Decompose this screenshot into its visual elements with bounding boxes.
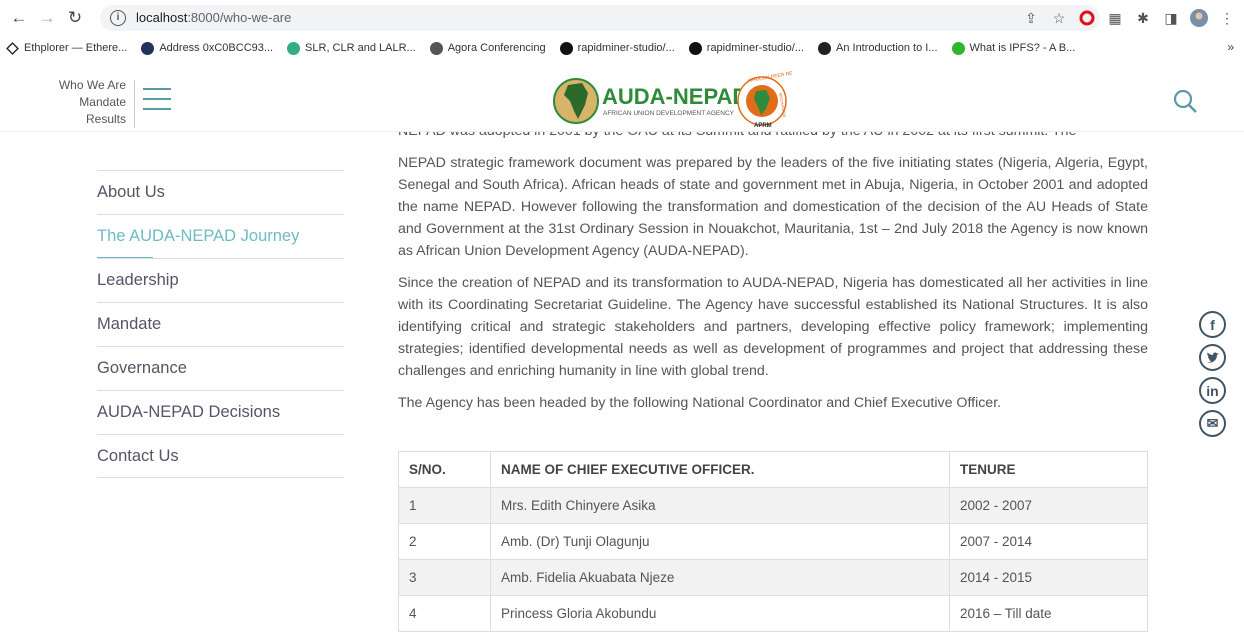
cell-ceo-name: Mrs. Edith Chinyere Asika [490,487,950,524]
extension-icons: ⇪ ☆ ▦ ✱ ◨ ⋮ [1022,5,1236,31]
bookmark-label: SLR, CLR and LALR... [305,42,416,54]
bookmark-star-icon[interactable]: ☆ [1050,9,1068,27]
table-row: 1 Mrs. Edith Chinyere Asika 2002 - 2007 [398,487,1148,524]
col-header-tenure: TENURE [949,451,1148,488]
auda-nepad-logo[interactable]: AUDA-NEPAD AFRICAN UNION DEVELOPMENT AGE… [552,71,792,131]
cell-sno: 1 [398,487,491,524]
share-icon[interactable]: ⇪ [1022,9,1040,27]
paragraph-nepad-history: NEPAD strategic framework document was p… [398,155,1148,259]
bookmark-label: rapidminer-studio/... [706,42,804,54]
cell-sno: 2 [398,523,491,560]
clipped-line-text: NEPAD was adopted in 2001 by the OAU at … [398,132,1076,142]
bookmark-label: Ethplorer — Ethere... [24,42,128,54]
table-header-row: S/NO. NAME OF CHIEF EXECUTIVE OFFICER. T… [398,451,1148,488]
social-share-bar: f in ✉ [1199,311,1229,443]
back-icon[interactable]: ← [8,7,30,29]
email-icon[interactable]: ✉ [1199,410,1226,437]
bookmark-item[interactable]: An Introduction to I... [818,41,938,55]
side-menu-item[interactable]: Contact Us [97,434,344,478]
header-link-results[interactable]: Results [20,111,126,128]
extensions-icon[interactable]: ✱ [1134,9,1152,27]
header-divider [134,80,135,128]
bookmark-item[interactable]: Address 0xC0BCC93... [141,41,274,55]
bookmark-item[interactable]: Agora Conferencing [429,41,546,55]
side-menu-item[interactable]: The AUDA-NEPAD Journey [97,214,344,259]
side-menu-item[interactable]: Mandate [97,302,344,346]
bookmark-label: An Introduction to I... [836,42,938,54]
aprm-text: APRM [754,123,772,129]
cell-tenure: 2014 - 2015 [949,559,1148,596]
github-icon [559,41,573,55]
bookmarks-bar: Ethplorer — Ethere... Address 0xC0BCC93..… [0,36,1244,60]
url-host: localhost [136,10,188,25]
linkedin-icon[interactable]: in [1199,377,1226,404]
paragraph-agency-heads: The Agency has been headed by the follow… [398,395,1002,411]
opera-icon[interactable] [1078,9,1096,27]
logo-subtext: AFRICAN UNION DEVELOPMENT AGENCY [603,110,735,117]
clipped-paragraph-line: NEPAD was adopted in 2001 by the OAU at … [398,132,1148,152]
side-menu-item[interactable]: Governance [97,346,344,390]
sidepanel-icon[interactable]: ◨ [1162,9,1180,27]
etherscan-icon [141,41,155,55]
address-bar[interactable]: i localhost:8000/who-we-are [100,5,1100,31]
paragraph-nigeria-domestication: Since the creation of NEPAD and its tran… [398,275,1148,379]
bookmark-item[interactable]: rapidminer-studio/... [559,41,675,55]
globe-icon [429,41,443,55]
side-menu-item[interactable]: Leadership [97,258,344,302]
bookmark-item[interactable]: rapidminer-studio/... [688,41,804,55]
table-row: 2 Amb. (Dr) Tunji Olagunju 2007 - 2014 [398,523,1148,560]
browser-chrome: ← → ↻ i localhost:8000/who-we-are ⇪ ☆ ▦ … [0,0,1244,67]
search-icon[interactable] [1172,88,1198,114]
article-content: NEPAD was adopted in 2001 by the OAU at … [398,132,1148,424]
menu-kebab-icon[interactable]: ⋮ [1218,9,1236,27]
cell-tenure: 2002 - 2007 [949,487,1148,524]
diamond-icon [6,41,19,55]
bookmark-item[interactable]: Ethplorer — Ethere... [6,41,128,55]
bookmark-label: Agora Conferencing [447,42,546,54]
upwork-icon [951,41,965,55]
cell-sno: 4 [398,595,491,632]
cell-ceo-name: Amb. (Dr) Tunji Olagunju [490,523,950,560]
side-menu-item[interactable]: AUDA-NEPAD Decisions [97,390,344,434]
bookmark-item[interactable]: SLR, CLR and LALR... [287,41,416,55]
profile-avatar-icon[interactable] [1190,9,1208,27]
cell-tenure: 2016 – Till date [949,595,1148,632]
twitter-icon[interactable] [1199,344,1226,371]
side-menu-item[interactable]: About Us [97,170,344,214]
cell-sno: 3 [398,559,491,596]
tutorial-icon [818,41,831,55]
browser-toolbar: ← → ↻ i localhost:8000/who-we-are ⇪ ☆ ▦ … [0,0,1244,36]
cell-tenure: 2007 - 2014 [949,523,1148,560]
bookmark-item[interactable]: What is IPFS? - A B... [951,41,1076,55]
forward-icon[interactable]: → [36,7,58,29]
link-icon [287,41,301,55]
table-row: 3 Amb. Fidelia Akuabata Njeze 2014 - 2015 [398,559,1148,596]
header-quick-links: Who We Are Mandate Results [20,77,126,128]
site-info-icon[interactable]: i [110,10,126,26]
qr-icon[interactable]: ▦ [1106,9,1124,27]
col-header-sno: S/NO. [398,451,491,488]
col-header-name: NAME OF CHIEF EXECUTIVE OFFICER. [490,451,950,488]
cell-ceo-name: Princess Gloria Akobundu [490,595,950,632]
bookmark-label: rapidminer-studio/... [577,42,675,54]
bookmark-label: What is IPFS? - A B... [969,42,1076,54]
section-side-menu: About Us The AUDA-NEPAD Journey Leadership… [97,170,344,478]
bookmark-label: Address 0xC0BCC93... [159,42,274,54]
reload-icon[interactable]: ↻ [64,7,86,29]
table-row: 4 Princess Gloria Akobundu 2016 – Till dat… [398,595,1148,632]
ceo-table: S/NO. NAME OF CHIEF EXECUTIVE OFFICER. T… [398,451,1148,632]
github-icon [688,41,702,55]
header-link-mandate[interactable]: Mandate [20,94,126,111]
url-text: localhost:8000/who-we-are [136,10,291,25]
logo-text: AUDA-NEPAD [602,84,748,109]
cell-ceo-name: Amb. Fidelia Akuabata Njeze [490,559,950,596]
header-link-who-we-are[interactable]: Who We Are [20,77,126,94]
hamburger-menu-icon[interactable] [143,88,171,110]
site-header: Who We Are Mandate Results AUDA-NEPAD AF… [0,68,1244,132]
facebook-icon[interactable]: f [1199,311,1226,338]
url-path: :8000/who-we-are [187,10,292,25]
bookmarks-overflow-icon[interactable]: » [1227,40,1234,54]
